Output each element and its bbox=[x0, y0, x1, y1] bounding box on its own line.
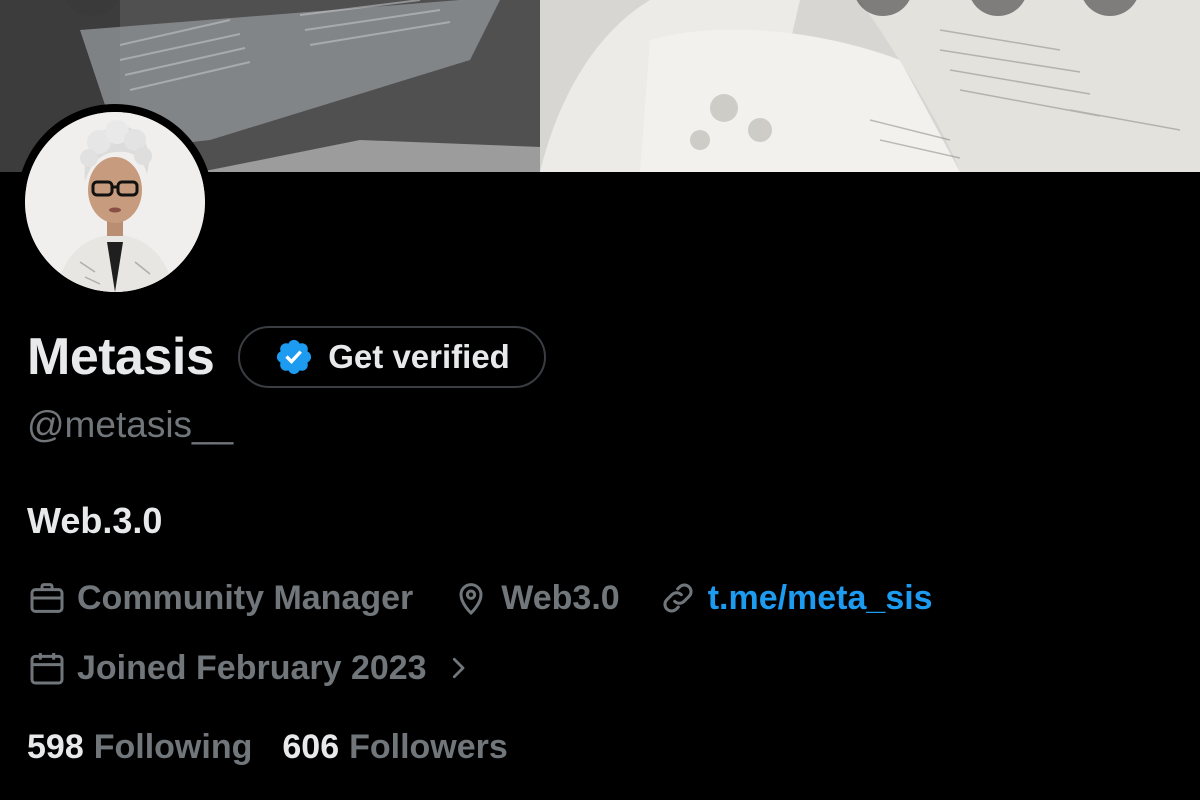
profile-link[interactable]: t.me/meta_sis bbox=[658, 578, 933, 618]
profile-bio: Web.3.0 bbox=[27, 500, 163, 541]
job-title: Community Manager bbox=[77, 578, 414, 617]
avatar-image bbox=[25, 112, 205, 292]
get-verified-button[interactable]: Get verified bbox=[238, 326, 546, 388]
follow-stats: 598 Following 606 Followers bbox=[27, 728, 538, 767]
avatar[interactable] bbox=[17, 104, 213, 300]
link-icon bbox=[663, 583, 693, 613]
joined-text: Joined February 2023 bbox=[77, 648, 427, 687]
following-label: Following bbox=[93, 728, 253, 766]
profile-joined-row[interactable]: Joined February 2023 bbox=[27, 648, 483, 688]
followers-label: Followers bbox=[349, 728, 508, 766]
profile-meta-row: Community Manager Web3.0 t.me/meta_sis bbox=[27, 578, 971, 618]
link-url[interactable]: t.me/meta_sis bbox=[708, 579, 933, 618]
chevron-right-icon bbox=[452, 657, 464, 679]
user-handle: @metasis__ bbox=[27, 404, 234, 445]
name-row: Metasis Get verified bbox=[27, 326, 546, 388]
profile-page: Metasis Get verified @metasis__ Web.3.0 … bbox=[0, 0, 1200, 800]
verified-badge-icon bbox=[277, 339, 312, 375]
profile-job: Community Manager bbox=[27, 578, 413, 618]
followers-count: 606 bbox=[282, 728, 340, 766]
get-verified-label: Get verified bbox=[328, 338, 510, 375]
profile-joined[interactable]: Joined February 2023 bbox=[27, 648, 483, 688]
calendar-icon bbox=[30, 653, 64, 685]
location-pin-icon bbox=[459, 583, 483, 616]
briefcase-icon bbox=[30, 583, 64, 613]
profile-location: Web3.0 bbox=[451, 578, 620, 618]
display-name: Metasis bbox=[27, 328, 215, 386]
following-count: 598 bbox=[27, 728, 84, 766]
followers-link[interactable]: 606 Followers bbox=[282, 728, 507, 767]
location-text: Web3.0 bbox=[501, 578, 620, 617]
following-link[interactable]: 598 Following bbox=[27, 728, 252, 767]
